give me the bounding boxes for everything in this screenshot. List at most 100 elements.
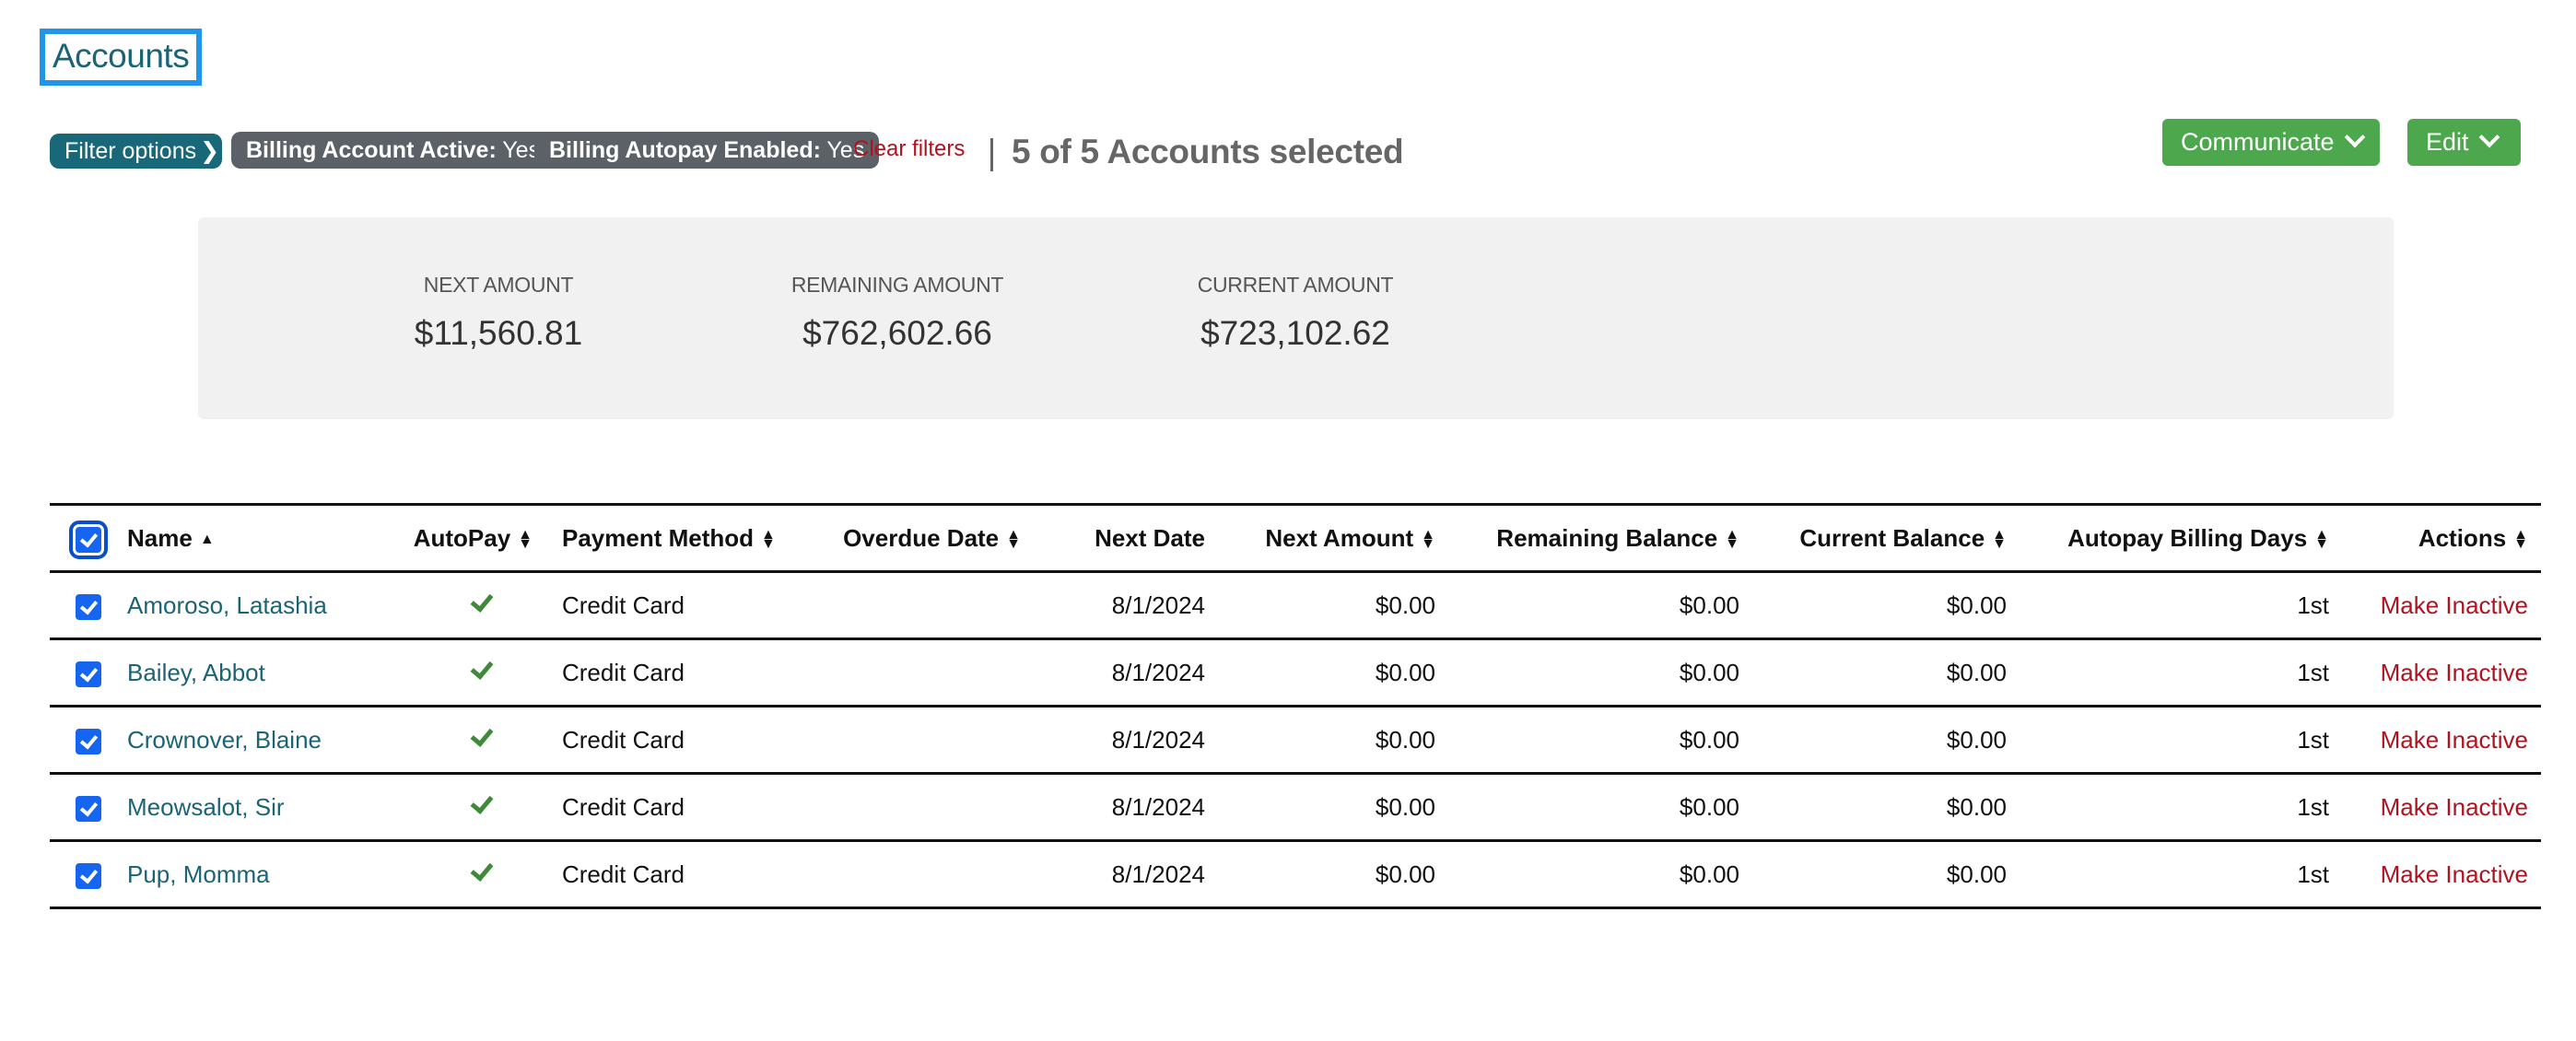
account-name-link[interactable]: Pup, Momma [127, 860, 270, 888]
overdue-date-cell [837, 570, 1021, 639]
sort-icon: ▲ ▼ [2314, 526, 2329, 552]
current-balance-cell: $0.00 [1739, 705, 2007, 774]
sort-icon: ▲ ▼ [518, 526, 533, 552]
column-label: Actions [2418, 523, 2507, 552]
autopay-billing-days-cell: 1st [2007, 772, 2329, 841]
autopay-billing-days-cell: 1st [2007, 637, 2329, 707]
name-cell: Crownover, Blaine [127, 705, 404, 774]
column-header-overdue-date[interactable]: Overdue Date ▲ ▼ [837, 503, 1021, 572]
selection-summary: 5 of 5 Accounts selected [1012, 133, 1404, 170]
column-header-remaining-balance[interactable]: Remaining Balance ▲ ▼ [1435, 503, 1739, 572]
remaining-balance-cell: $0.00 [1435, 772, 1739, 841]
overdue-date-cell [837, 839, 1021, 909]
select-cell [50, 705, 127, 774]
select-cell [50, 570, 127, 639]
column-header-autopay[interactable]: AutoPay ▲ ▼ [404, 503, 542, 572]
chevron-down-icon [2478, 126, 2500, 148]
next-date-cell: 8/1/2024 [1021, 637, 1205, 707]
filter-tag-key: Billing Autopay Enabled: [549, 137, 821, 163]
divider [990, 138, 993, 171]
column-header-next-amount[interactable]: Next Amount ▲ ▼ [1205, 503, 1435, 572]
table-row: Bailey, Abbot Credit Card 8/1/2024 $0.00… [50, 637, 2541, 707]
page-title-focus-box: Accounts [40, 29, 202, 86]
next-amount-cell: $0.00 [1205, 637, 1435, 707]
row-checkbox[interactable] [76, 728, 101, 754]
table-row: Crownover, Blaine Credit Card 8/1/2024 $… [50, 705, 2541, 774]
sort-icon: ▲ ▼ [1006, 526, 1021, 552]
check-icon [470, 790, 494, 814]
edit-button[interactable]: Edit [2407, 119, 2521, 166]
row-checkbox[interactable] [76, 593, 101, 620]
column-label: Autopay Billing Days [2067, 523, 2308, 552]
autopay-cell [404, 772, 542, 841]
row-checkbox[interactable] [76, 795, 101, 822]
name-cell: Meowsalot, Sir [127, 772, 404, 841]
stat-label: REMAINING AMOUNT [790, 273, 1004, 297]
filter-tag-billing-autopay-enabled[interactable]: Billing Autopay Enabled: Yes [534, 132, 880, 169]
next-date-cell: 8/1/2024 [1021, 570, 1205, 639]
make-inactive-link[interactable]: Make Inactive [2381, 793, 2528, 821]
column-header-name[interactable]: Name ▲ [127, 503, 404, 572]
sort-icon: ▲ ▼ [1421, 526, 1435, 552]
chevron-right-icon: ❯ [200, 138, 220, 164]
next-amount-cell: $0.00 [1205, 839, 1435, 909]
remaining-balance-cell: $0.00 [1435, 839, 1739, 909]
overdue-date-cell [837, 705, 1021, 774]
autopay-cell [404, 637, 542, 707]
column-header-current-balance[interactable]: Current Balance ▲ ▼ [1739, 503, 2007, 572]
check-icon [470, 722, 494, 747]
column-label: Overdue Date [843, 523, 1000, 552]
clear-filters-link[interactable]: Clear filters [853, 136, 965, 162]
make-inactive-link[interactable]: Make Inactive [2381, 591, 2528, 619]
next-amount-cell: $0.00 [1205, 705, 1435, 774]
remaining-balance-cell: $0.00 [1435, 705, 1739, 774]
row-checkbox[interactable] [76, 661, 101, 687]
column-header-actions[interactable]: Actions ▲ ▼ [2329, 503, 2541, 572]
autopay-cell [404, 570, 542, 639]
next-amount-cell: $0.00 [1205, 570, 1435, 639]
column-label: Next Amount [1265, 523, 1414, 552]
sort-icon: ▲ ▼ [761, 526, 776, 552]
select-cell [50, 637, 127, 707]
stat-remaining-amount: REMAINING AMOUNT $762,602.66 [713, 273, 1082, 353]
current-balance-cell: $0.00 [1739, 570, 2007, 639]
next-amount-cell: $0.00 [1205, 772, 1435, 841]
row-checkbox[interactable] [76, 862, 101, 889]
stat-next-amount: NEXT AMOUNT $11,560.81 [314, 273, 683, 353]
stat-value: $762,602.66 [802, 314, 992, 352]
name-cell: Amoroso, Latashia [127, 570, 404, 639]
filter-options-button[interactable]: Filter options ❯ [50, 134, 222, 169]
stat-current-amount: CURRENT AMOUNT $723,102.62 [1111, 273, 1480, 353]
column-header-payment-method[interactable]: Payment Method ▲ ▼ [542, 503, 837, 572]
column-header-autopay-billing-days[interactable]: Autopay Billing Days ▲ ▼ [2007, 503, 2329, 572]
communicate-button[interactable]: Communicate [2162, 119, 2380, 166]
make-inactive-link[interactable]: Make Inactive [2381, 659, 2528, 686]
column-label: Remaining Balance [1496, 523, 1718, 552]
account-name-link[interactable]: Meowsalot, Sir [127, 793, 285, 821]
select-all-checkbox[interactable] [69, 520, 108, 559]
account-name-link[interactable]: Amoroso, Latashia [127, 591, 327, 619]
account-name-link[interactable]: Crownover, Blaine [127, 726, 322, 754]
communicate-label: Communicate [2181, 128, 2335, 156]
actions-cell: Make Inactive [2329, 839, 2541, 909]
name-cell: Bailey, Abbot [127, 637, 404, 707]
make-inactive-link[interactable]: Make Inactive [2381, 726, 2528, 754]
filter-tag-billing-account-active[interactable]: Billing Account Active: Yes [231, 132, 556, 169]
current-balance-cell: $0.00 [1739, 772, 2007, 841]
stat-value: $11,560.81 [414, 314, 583, 352]
actions-cell: Make Inactive [2329, 772, 2541, 841]
sort-icon: ▲ ▼ [2513, 526, 2528, 552]
check-icon [470, 655, 494, 680]
account-name-link[interactable]: Bailey, Abbot [127, 659, 265, 686]
check-icon [470, 857, 494, 882]
payment-method-cell: Credit Card [542, 839, 837, 909]
payment-method-cell: Credit Card [542, 772, 837, 841]
column-header-next-date: Next Date [1021, 503, 1205, 572]
edit-label: Edit [2426, 128, 2469, 156]
remaining-balance-cell: $0.00 [1435, 570, 1739, 639]
sort-icon: ▲ ▼ [1992, 526, 2007, 552]
payment-method-cell: Credit Card [542, 637, 837, 707]
make-inactive-link[interactable]: Make Inactive [2381, 860, 2528, 888]
table-header-row: Name ▲ AutoPay ▲ ▼ Payment Method ▲ ▼ Overdue… [50, 503, 2541, 572]
autopay-cell [404, 705, 542, 774]
